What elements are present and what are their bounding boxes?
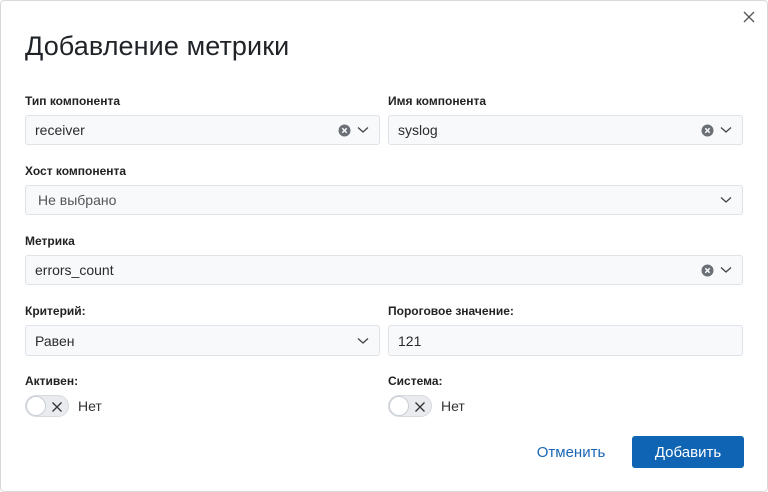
component-host-label: Хост компонента — [25, 164, 127, 178]
toggle-knob — [26, 396, 46, 416]
close-icon[interactable] — [741, 9, 757, 25]
component-type-select[interactable]: receiver — [25, 115, 380, 145]
metric-select[interactable]: errors_count — [25, 255, 743, 285]
system-state: Нет — [441, 398, 465, 414]
chevron-down-icon[interactable] — [720, 196, 732, 204]
toggle-knob — [389, 396, 409, 416]
component-type-label: Тип компонента — [25, 94, 121, 108]
threshold-input[interactable] — [388, 325, 743, 356]
metric-label: Метрика — [25, 234, 75, 248]
dialog-title: Добавление метрики — [25, 31, 290, 61]
component-type-value: receiver — [35, 122, 85, 138]
chevron-down-icon[interactable] — [357, 337, 369, 345]
component-name-value: syslog — [398, 122, 438, 138]
metric-field: Метрика errors_count — [25, 234, 743, 285]
threshold-label: Пороговое значение: — [388, 304, 514, 318]
component-host-field: Хост компонента Не выбрано — [25, 164, 743, 215]
x-icon — [51, 400, 63, 418]
chevron-down-icon[interactable] — [720, 266, 732, 274]
component-host-placeholder: Не выбрано — [38, 192, 117, 208]
component-name-field: Имя компонента syslog — [388, 94, 743, 145]
component-name-label: Имя компонента — [388, 94, 487, 108]
add-button[interactable]: Добавить — [632, 436, 744, 468]
cancel-button[interactable]: Отменить — [525, 437, 617, 467]
threshold-field: Пороговое значение: — [388, 304, 743, 356]
active-label: Активен: — [25, 374, 79, 388]
active-field: Активен: Нет — [25, 374, 225, 417]
active-toggle[interactable] — [25, 395, 69, 417]
chevron-down-icon[interactable] — [720, 126, 732, 134]
criterion-label: Критерий: — [25, 304, 86, 318]
active-state: Нет — [78, 398, 102, 414]
system-label: Система: — [388, 374, 443, 388]
x-icon — [414, 400, 426, 418]
criterion-select[interactable]: Равен — [25, 325, 380, 356]
component-type-field: Тип компонента receiver — [25, 94, 380, 145]
criterion-value: Равен — [35, 332, 75, 349]
criterion-field: Критерий: Равен — [25, 304, 380, 356]
clear-icon[interactable] — [701, 264, 714, 277]
component-host-select[interactable]: Не выбрано — [25, 185, 743, 215]
system-toggle[interactable] — [388, 395, 432, 417]
metric-value: errors_count — [35, 262, 114, 278]
clear-icon[interactable] — [338, 124, 351, 137]
system-field: Система: Нет — [388, 374, 588, 417]
clear-icon[interactable] — [701, 124, 714, 137]
component-name-select[interactable]: syslog — [388, 115, 743, 145]
chevron-down-icon[interactable] — [357, 126, 369, 134]
add-metric-dialog: Добавление метрики Тип компонента receiv… — [0, 0, 768, 492]
